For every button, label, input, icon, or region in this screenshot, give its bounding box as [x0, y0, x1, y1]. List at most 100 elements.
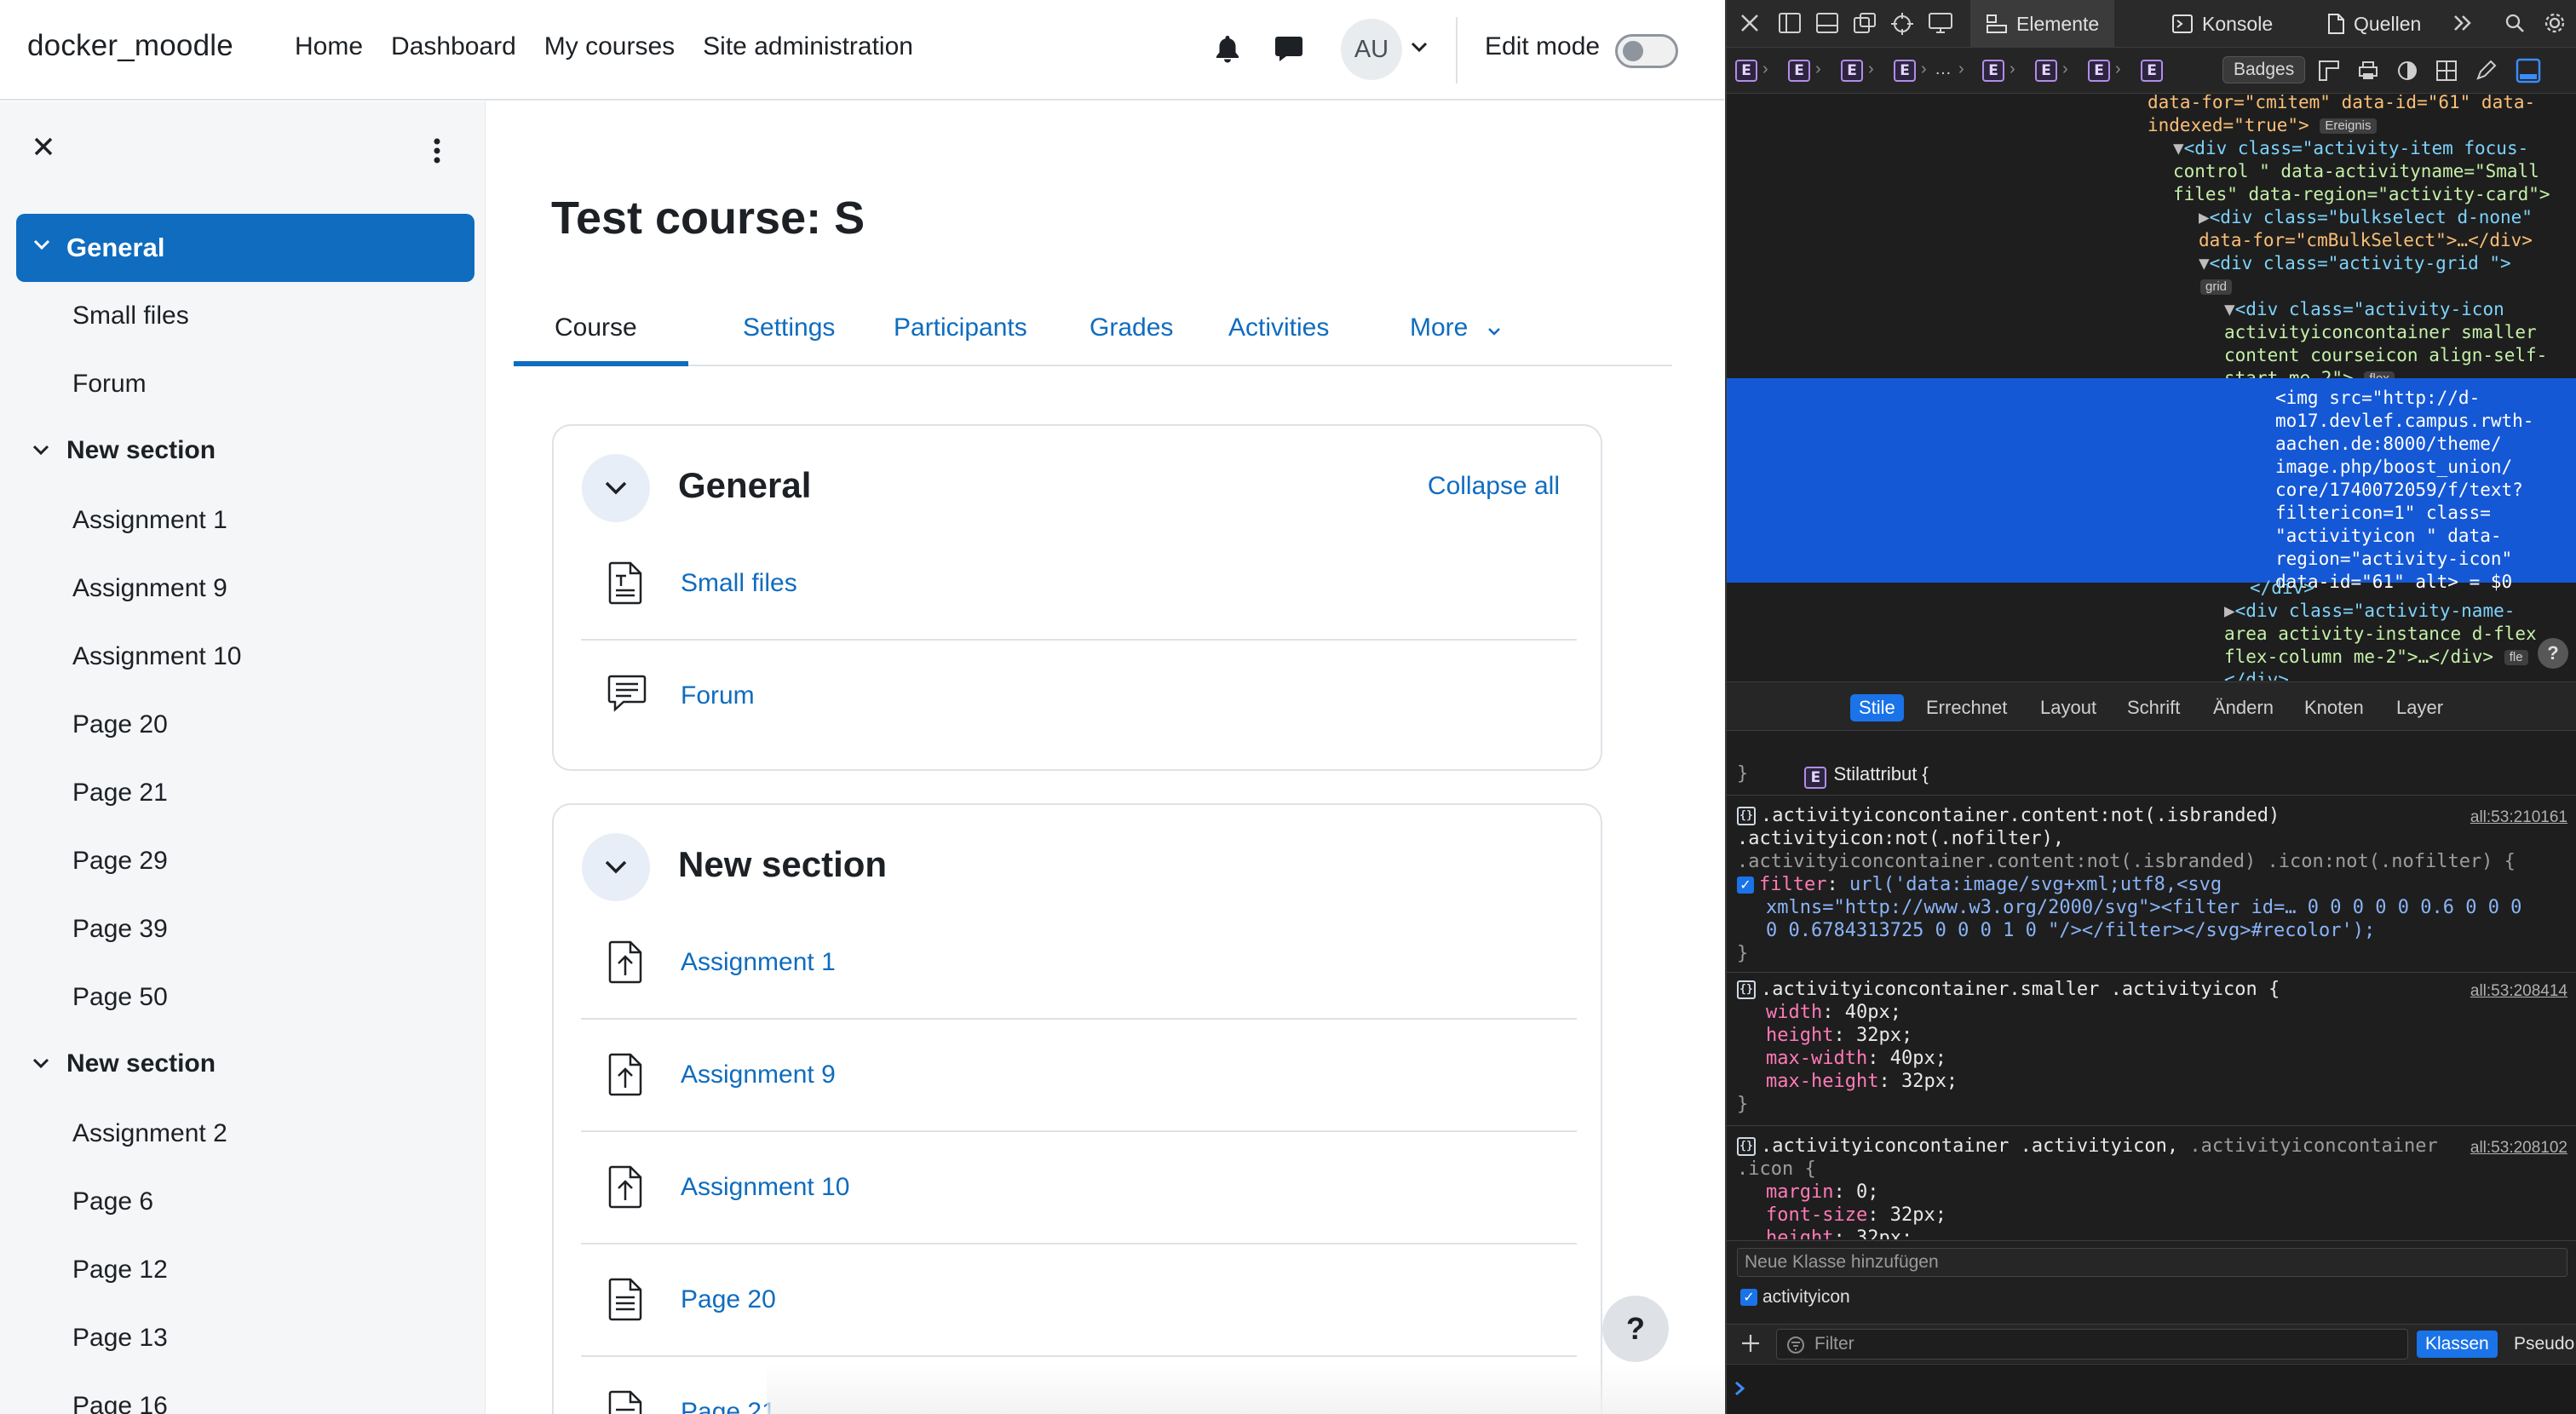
activity-link[interactable]: Forum [681, 681, 755, 710]
rule-source-link[interactable]: all:53:210161 [2470, 807, 2567, 830]
tab-changes[interactable]: Ändern [2205, 694, 2282, 721]
rule-selector[interactable]: .icon { [1737, 1158, 1816, 1181]
dom-line[interactable]: grid [2200, 275, 2233, 298]
course-index-item[interactable]: Page 21 [72, 779, 168, 808]
expand-triangle-icon[interactable]: ▼ [2173, 138, 2184, 158]
rule-selector[interactable]: {} .activityiconcontainer .activityicon, … [1737, 1135, 2438, 1158]
tab-layout[interactable]: Layout [2032, 694, 2105, 721]
collapse-triangle-icon[interactable]: ▶ [2224, 601, 2235, 621]
close-icon[interactable] [32, 135, 55, 158]
dom-line[interactable]: files" data-region="activity-card"> [2173, 183, 2550, 206]
filter-input[interactable]: Filter [1776, 1329, 2408, 1359]
chevron-down-icon[interactable] [33, 239, 50, 251]
element-badge[interactable]: E [1788, 60, 1810, 82]
tab-elements[interactable]: Elemente [1970, 0, 2115, 48]
gear-icon[interactable] [2543, 11, 2567, 35]
rule-declaration[interactable]: max-height: 32px; [1766, 1071, 1958, 1094]
color-scheme-icon[interactable] [2396, 60, 2418, 82]
course-index-item[interactable]: Forum [72, 370, 147, 399]
dom-line[interactable]: ▼<div class="activity-grid "> [2199, 252, 2511, 275]
close-icon[interactable] [1739, 12, 1761, 34]
tab-styles[interactable]: Stile [1850, 694, 1904, 721]
activity-link[interactable]: Page 20 [681, 1285, 776, 1314]
section-title[interactable]: New section [678, 844, 887, 885]
rule-selector[interactable]: .activityiconcontainer.content:not(.isbr… [1737, 851, 2516, 874]
activity-item[interactable]: Small files [581, 528, 1577, 639]
rule-declaration[interactable]: height: 32px; [1766, 1025, 1912, 1048]
element-badge[interactable]: E [1894, 60, 1916, 82]
course-index-item[interactable]: Assignment 1 [72, 506, 227, 535]
dom-line[interactable]: content courseicon align-self- [2224, 344, 2547, 367]
inspect-target-icon[interactable] [1890, 12, 1914, 36]
course-index-section-general[interactable]: General [16, 214, 474, 282]
new-class-input[interactable]: Neue Klasse hinzufügen [1737, 1248, 2567, 1277]
tab-fonts[interactable]: Schrift [2119, 694, 2188, 721]
activity-link[interactable]: Assignment 10 [681, 1173, 849, 1202]
dom-line[interactable]: </div> [2224, 669, 2289, 681]
rule-declaration[interactable]: height: 32px; [1766, 1227, 1912, 1239]
chevron-down-icon[interactable] [1411, 41, 1428, 53]
course-index-item[interactable]: Page 6 [72, 1187, 153, 1216]
grid-icon[interactable] [2435, 60, 2458, 82]
dom-line[interactable]: indexed="true"> Ereignis [2148, 114, 2377, 137]
pen-icon[interactable] [2475, 60, 2497, 82]
rule-declaration[interactable]: margin: 0; [1766, 1181, 1878, 1204]
crumb-ellipsis[interactable]: … [1935, 60, 1952, 79]
console-prompt[interactable] [1727, 1364, 2576, 1414]
search-icon[interactable] [2504, 12, 2526, 34]
tab-settings[interactable]: Settings [743, 313, 835, 342]
activity-link[interactable]: Assignment 1 [681, 948, 836, 977]
tab-console[interactable]: Konsole [2159, 0, 2285, 48]
chevron-down-icon[interactable] [32, 445, 49, 457]
rule-selector[interactable]: {} .activityiconcontainer.content:not(.is… [1737, 805, 2280, 828]
more-tabs-icon[interactable] [2452, 14, 2473, 32]
dom-line[interactable]: ▼<div class="activity-item focus- [2173, 137, 2528, 160]
device-icon[interactable] [1928, 12, 1953, 34]
tab-more[interactable]: More [1410, 313, 1468, 342]
dock-left-icon[interactable] [1778, 12, 1802, 34]
dom-line[interactable]: ▼<div class="activity-icon [2224, 298, 2504, 321]
help-button[interactable]: ? [1602, 1296, 1669, 1362]
section-title[interactable]: General [678, 465, 811, 506]
rule-declaration[interactable]: max-width: 40px; [1766, 1048, 1946, 1071]
nav-home[interactable]: Home [295, 32, 363, 61]
rule-declaration[interactable]: width: 40px; [1766, 1002, 1901, 1025]
selected-dom-node[interactable]: <img src="http://d- mo17.devlef.campus.r… [1727, 378, 2576, 592]
chevron-down-icon[interactable] [32, 1058, 49, 1070]
rule-selector[interactable]: {} .activityiconcontainer.smaller .activi… [1737, 979, 2280, 1002]
element-badge[interactable]: E [2035, 60, 2057, 82]
rule-declaration[interactable]: ✓ filter: url('data:image/svg+xml;utf8,<s… [1737, 874, 2222, 897]
rule-source-link[interactable]: all:53:208414 [2470, 980, 2567, 1003]
bell-icon[interactable] [1215, 34, 1240, 63]
collapse-triangle-icon[interactable]: ▶ [2199, 207, 2210, 227]
help-button[interactable]: ? [2538, 638, 2568, 669]
dom-line[interactable]: </div> [2250, 577, 2314, 600]
activity-item[interactable]: Page 20 [581, 1244, 1577, 1355]
element-badge[interactable]: E [1982, 60, 2004, 82]
element-badge[interactable]: E [2141, 60, 2163, 82]
inline-style-rule[interactable]: E Stilattribut { [1737, 740, 1929, 809]
activity-item[interactable]: Assignment 10 [581, 1132, 1577, 1243]
class-toggle[interactable]: ✓ activityicon [1740, 1287, 1850, 1308]
nav-dashboard[interactable]: Dashboard [391, 32, 516, 61]
tab-participants[interactable]: Participants [894, 313, 1027, 342]
ruler-icon[interactable] [2318, 60, 2340, 82]
course-index-item[interactable]: Page 29 [72, 847, 168, 876]
nav-my-courses[interactable]: My courses [544, 32, 675, 61]
tab-grades[interactable]: Grades [1090, 313, 1173, 342]
grid-pill[interactable]: grid [2200, 279, 2233, 295]
rule-declaration[interactable]: font-size: 32px; [1766, 1204, 1946, 1227]
class-checkbox[interactable]: ✓ [1740, 1289, 1757, 1306]
activity-link[interactable]: Page 21 [681, 1398, 776, 1414]
dom-line[interactable]: data-for="cmitem" data-id="61" data- [2148, 95, 2535, 114]
course-index-item[interactable]: Page 20 [72, 710, 168, 739]
classes-toggle-button[interactable]: Klassen [2417, 1331, 2498, 1358]
course-index-item[interactable]: Page 12 [72, 1256, 168, 1285]
section-collapse-button[interactable] [582, 454, 650, 522]
badges-button[interactable]: Badges [2222, 56, 2306, 83]
activity-item[interactable]: Assignment 1 [581, 907, 1577, 1018]
activity-link[interactable]: Small files [681, 569, 797, 598]
declaration-checkbox[interactable]: ✓ [1737, 877, 1754, 894]
activity-item[interactable]: Forum [581, 641, 1577, 751]
dom-line[interactable]: control " data-activityname="Small [2173, 160, 2539, 183]
